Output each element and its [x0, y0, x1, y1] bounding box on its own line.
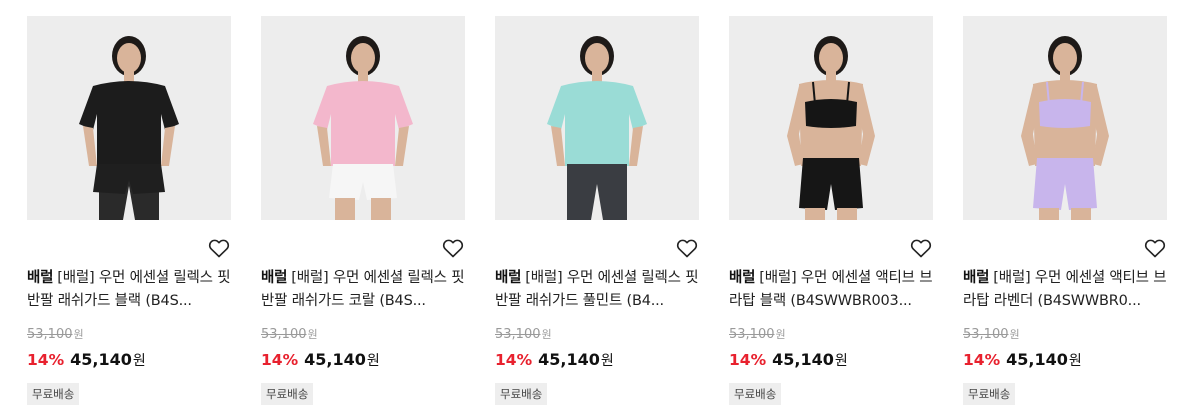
product-card[interactable]: 배럴 [배럴] 우먼 에센셜 릴렉스 핏 반팔 래쉬가드 블랙 (B4S... 53… [27, 0, 231, 418]
original-price: 53,100원 [27, 326, 84, 342]
product-brand: 배럴 [261, 270, 288, 286]
product-name: [배럴] 우먼 에센셜 액티브 브라탑 라벤더 (B4SWWBR0... [963, 270, 1167, 309]
free-shipping-badge: 무료배송 [729, 383, 782, 405]
sale-price-unit: 원 [366, 353, 380, 369]
original-price-unit: 원 [73, 328, 84, 341]
product-brand: 배럴 [963, 270, 990, 286]
product-image[interactable] [495, 16, 699, 220]
sale-price-unit: 원 [1068, 353, 1082, 369]
product-card[interactable]: 배럴 [배럴] 우먼 에센셜 액티브 브라탑 라벤더 (B4SWWBR0... 53… [963, 0, 1167, 418]
product-name: [배럴] 우먼 에센셜 릴렉스 핏 반팔 래쉬가드 블랙 (B4S... [27, 270, 231, 309]
sale-price-unit: 원 [132, 353, 146, 369]
sale-price: 45,140 [1006, 350, 1068, 369]
free-shipping-badge: 무료배송 [495, 383, 548, 405]
product-grid: 배럴 [배럴] 우먼 에센셜 릴렉스 핏 반팔 래쉬가드 블랙 (B4S... 53… [0, 0, 1191, 418]
sale-price-row: 14% 45,140원 [261, 349, 380, 372]
product-name: [배럴] 우먼 에센셜 액티브 브라탑 블랙 (B4SWWBR003... [729, 270, 933, 309]
original-price-value: 53,100 [729, 327, 775, 342]
original-price: 53,100원 [729, 326, 786, 342]
product-card[interactable]: 배럴 [배럴] 우먼 에센셜 릴렉스 핏 반팔 래쉬가드 코랄 (B4S... 53… [261, 0, 465, 418]
free-shipping-badge: 무료배송 [261, 383, 314, 405]
original-price-value: 53,100 [27, 327, 73, 342]
sale-price: 45,140 [538, 350, 600, 369]
original-price-value: 53,100 [261, 327, 307, 342]
product-image[interactable] [963, 16, 1167, 220]
sale-price-row: 14% 45,140원 [963, 349, 1082, 372]
product-card[interactable]: 배럴 [배럴] 우먼 에센셜 릴렉스 핏 반팔 래쉬가드 풀민트 (B4... 53… [495, 0, 699, 418]
sale-price: 45,140 [70, 350, 132, 369]
original-price: 53,100원 [495, 326, 552, 342]
product-brand: 배럴 [495, 270, 522, 286]
original-price: 53,100원 [261, 326, 318, 342]
heart-icon[interactable] [1143, 236, 1167, 260]
sale-price-row: 14% 45,140원 [729, 349, 848, 372]
discount-rate: 14% [729, 351, 767, 369]
product-name: [배럴] 우먼 에센셜 릴렉스 핏 반팔 래쉬가드 풀민트 (B4... [495, 270, 699, 309]
free-shipping-badge: 무료배송 [963, 383, 1016, 405]
product-name: [배럴] 우먼 에센셜 릴렉스 핏 반팔 래쉬가드 코랄 (B4S... [261, 270, 465, 309]
product-brand: 배럴 [27, 270, 54, 286]
sale-price-unit: 원 [834, 353, 848, 369]
product-title[interactable]: 배럴 [배럴] 우먼 에센셜 릴렉스 핏 반팔 래쉬가드 풀민트 (B4... [495, 267, 699, 313]
original-price-unit: 원 [775, 328, 786, 341]
heart-icon[interactable] [207, 236, 231, 260]
sale-price-row: 14% 45,140원 [27, 349, 146, 372]
heart-icon[interactable] [675, 236, 699, 260]
product-image[interactable] [729, 16, 933, 220]
discount-rate: 14% [495, 351, 533, 369]
original-price-unit: 원 [541, 328, 552, 341]
sale-price: 45,140 [304, 350, 366, 369]
original-price-unit: 원 [307, 328, 318, 341]
sale-price-unit: 원 [600, 353, 614, 369]
discount-rate: 14% [963, 351, 1001, 369]
original-price-unit: 원 [1009, 328, 1020, 341]
product-title[interactable]: 배럴 [배럴] 우먼 에센셜 액티브 브라탑 라벤더 (B4SWWBR0... [963, 267, 1167, 313]
product-card[interactable]: 배럴 [배럴] 우먼 에센셜 액티브 브라탑 블랙 (B4SWWBR003... 5… [729, 0, 933, 418]
original-price: 53,100원 [963, 326, 1020, 342]
product-title[interactable]: 배럴 [배럴] 우먼 에센셜 릴렉스 핏 반팔 래쉬가드 코랄 (B4S... [261, 267, 465, 313]
original-price-value: 53,100 [495, 327, 541, 342]
sale-price-row: 14% 45,140원 [495, 349, 614, 372]
product-brand: 배럴 [729, 270, 756, 286]
sale-price: 45,140 [772, 350, 834, 369]
product-image[interactable] [261, 16, 465, 220]
product-title[interactable]: 배럴 [배럴] 우먼 에센셜 액티브 브라탑 블랙 (B4SWWBR003... [729, 267, 933, 313]
discount-rate: 14% [27, 351, 65, 369]
heart-icon[interactable] [909, 236, 933, 260]
heart-icon[interactable] [441, 236, 465, 260]
product-image[interactable] [27, 16, 231, 220]
free-shipping-badge: 무료배송 [27, 383, 80, 405]
discount-rate: 14% [261, 351, 299, 369]
original-price-value: 53,100 [963, 327, 1009, 342]
product-title[interactable]: 배럴 [배럴] 우먼 에센셜 릴렉스 핏 반팔 래쉬가드 블랙 (B4S... [27, 267, 231, 313]
